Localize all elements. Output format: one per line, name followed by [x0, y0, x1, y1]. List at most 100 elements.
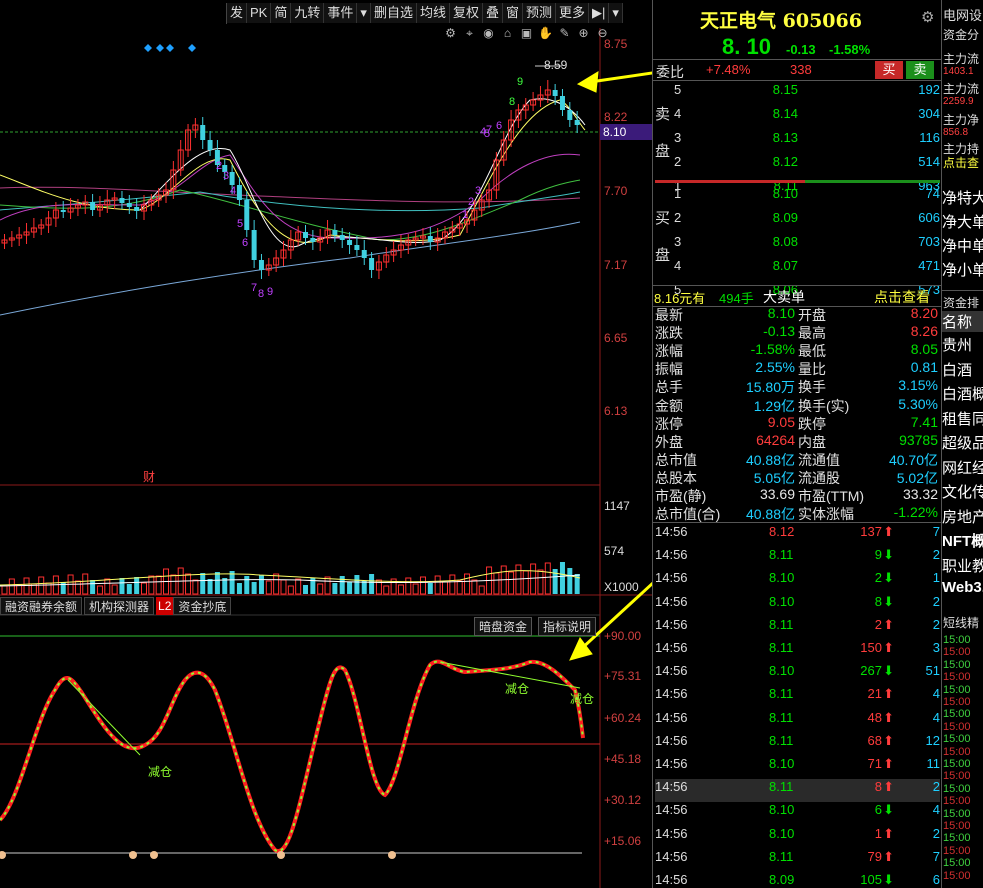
cursor-icon[interactable]: ⌖: [462, 26, 477, 41]
orderbook-row[interactable]: 4 8.07 471: [674, 258, 942, 279]
tick-row[interactable]: 14:56 8.11 8 ⬆ 2: [655, 779, 940, 803]
buy-button[interactable]: 买: [875, 61, 903, 79]
stat-label: 总手: [655, 379, 683, 396]
stat-value: 33.69: [759, 486, 795, 502]
candle-body: [427, 236, 433, 242]
sector-item[interactable]: 超级品: [942, 432, 983, 453]
orderbook-row[interactable]: 2 8.12 514: [674, 154, 942, 175]
tick-time: 14:56: [655, 872, 688, 887]
stat-value: 9.05: [767, 413, 795, 430]
signal-diamond-icons: [144, 44, 196, 52]
toolbar-item-forecast[interactable]: 预测: [523, 3, 557, 23]
big-order-link[interactable]: 点击查看: [874, 287, 930, 307]
dropdown-arrow-icon[interactable]: ▾: [357, 3, 371, 23]
zoom-in-icon[interactable]: ⊕: [576, 26, 591, 41]
volume-bar: [464, 573, 471, 595]
toolbar-item-delete-watch[interactable]: 删自选: [370, 3, 417, 23]
orderbook-row[interactable]: 1 8.10 74: [674, 186, 942, 207]
tick-row[interactable]: 14:56 8.11 9 ⬇ 2: [655, 547, 940, 570]
sector-item[interactable]: 租售同: [942, 408, 983, 429]
toolbar-item-events[interactable]: 事件: [324, 3, 358, 23]
arrow-down-icon: ⬇: [883, 872, 894, 887]
tab-institution-detector[interactable]: 机构探测器: [84, 597, 155, 615]
gear-icon[interactable]: ⚙: [921, 8, 934, 26]
toolbar-item-jian[interactable]: 简: [271, 3, 292, 23]
sector-item[interactable]: 贵州: [942, 334, 972, 355]
tick-row[interactable]: 14:56 8.11 2 ⬆ 2: [655, 617, 940, 640]
orderbook-row[interactable]: 3 8.08 703: [674, 234, 942, 255]
volume-bar: [185, 573, 192, 595]
tick-row[interactable]: 14:56 8.11 48 ⬆ 4: [655, 710, 940, 733]
tick-count: 2: [932, 593, 940, 609]
sector-item[interactable]: 白酒: [942, 359, 972, 380]
toolbar-item-jiuzhuan[interactable]: 九转: [291, 3, 325, 23]
tick-row[interactable]: 14:56 8.11 68 ⬆ 12: [655, 733, 940, 756]
dark-pool-fund-button[interactable]: 暗盘资金: [474, 617, 533, 636]
orderbook-row[interactable]: 4 8.14 304: [674, 106, 942, 127]
flow-label: 主力净: [943, 113, 980, 127]
sector-item[interactable]: Web3.: [942, 579, 983, 596]
sector-item[interactable]: 文化传: [942, 481, 983, 502]
flow-label: 主力流: [943, 82, 980, 96]
volume-bar: [442, 581, 449, 595]
basket-icon[interactable]: ⌂: [500, 26, 515, 41]
tick-row[interactable]: 14:56 8.10 1 ⬆ 2: [655, 826, 940, 849]
arrow-up-icon: ⬆: [883, 640, 894, 655]
indicator-help-button[interactable]: 指标说明: [538, 617, 597, 636]
stat-row: 涨停 9.05 跌停 7.41: [655, 414, 940, 432]
tick-row[interactable]: 14:56 8.10 71 ⬆ 11: [655, 756, 940, 779]
nine-turn-number: 6: [242, 237, 249, 249]
tick-row[interactable]: 14:56 8.10 8 ⬇ 2: [655, 594, 940, 617]
tick-row[interactable]: 14:56 8.11 21 ⬆ 4: [655, 686, 940, 709]
volume-axis-label: 1147: [604, 499, 630, 513]
toolbar-item-more[interactable]: 更多: [556, 3, 590, 23]
news-time: 15:00: [943, 832, 971, 845]
brush-icon[interactable]: ✎: [557, 26, 572, 41]
toolbar-item-window[interactable]: 窗: [503, 3, 524, 23]
kline-chart[interactable]: [0, 0, 652, 888]
tick-row[interactable]: 14:56 8.11 79 ⬆ 7: [655, 849, 940, 872]
sector-item[interactable]: NFT概: [942, 530, 983, 551]
stat-label: 涨幅: [655, 343, 683, 360]
tab-margin-balance[interactable]: 融资融券余额: [0, 597, 83, 615]
tick-row[interactable]: 14:56 8.12 137 ⬆ 7: [655, 524, 940, 547]
dropdown-arrow-icon[interactable]: ▾: [609, 3, 623, 23]
sell-button[interactable]: 卖: [906, 61, 934, 79]
click-view-link[interactable]: 点击查: [943, 154, 979, 171]
tick-row[interactable]: 14:56 8.10 267 ⬇ 51: [655, 663, 940, 686]
tick-row[interactable]: 14:56 8.09 105 ⬇ 6: [655, 872, 940, 888]
settings-icon[interactable]: ⚙: [443, 26, 458, 41]
stat-label: 金额: [655, 397, 683, 414]
orderbook-row[interactable]: 2 8.09 606: [674, 210, 942, 231]
sector-header[interactable]: 电网设: [943, 5, 982, 24]
tab-fund-bottom[interactable]: 资金抄底: [173, 597, 232, 615]
sector-item[interactable]: 职业教: [942, 555, 983, 576]
indicator-axis-label: +30.12: [604, 793, 642, 807]
tick-time: 14:56: [655, 593, 688, 609]
orderbook-row[interactable]: 5 8.15 192: [674, 82, 942, 103]
tick-volume: 8: [874, 779, 882, 795]
volume-bar: [104, 578, 111, 595]
sector-item[interactable]: 房地产: [942, 506, 983, 527]
tick-row[interactable]: 14:56 8.10 2 ⬇ 1: [655, 570, 940, 593]
nine-turn-number: 6: [496, 120, 503, 132]
volume-bar: [140, 582, 147, 595]
tick-row[interactable]: 14:56 8.10 6 ⬇ 4: [655, 802, 940, 825]
hand-icon[interactable]: ✋: [538, 26, 553, 41]
sector-item[interactable]: 白酒概: [942, 383, 983, 404]
toolbar-item-overlay[interactable]: 叠: [482, 3, 503, 23]
orderbook-row[interactable]: 3 8.13 116: [674, 130, 942, 151]
sector-item[interactable]: 网红经: [942, 457, 983, 478]
candle-body: [354, 245, 360, 250]
stat-row: 振幅 2.55% 量比 0.81: [655, 359, 940, 377]
skip-end-icon[interactable]: ▶|: [589, 3, 610, 23]
camera-icon[interactable]: ▣: [519, 26, 534, 41]
toolbar-item-pk[interactable]: PK: [247, 3, 272, 23]
toolbar-item-fa[interactable]: 发: [227, 3, 248, 23]
eye-icon[interactable]: ◉: [481, 26, 496, 41]
tick-time: 14:56: [655, 640, 688, 655]
tick-row[interactable]: 14:56 8.11 150 ⬆ 3: [655, 640, 940, 663]
toolbar-item-adjust[interactable]: 复权: [449, 3, 483, 23]
chart-icon-row: ⚙ ⌖ ◉ ⌂ ▣ ✋ ✎ ⊕ ⊖: [443, 26, 610, 41]
toolbar-item-ma[interactable]: 均线: [416, 3, 450, 23]
